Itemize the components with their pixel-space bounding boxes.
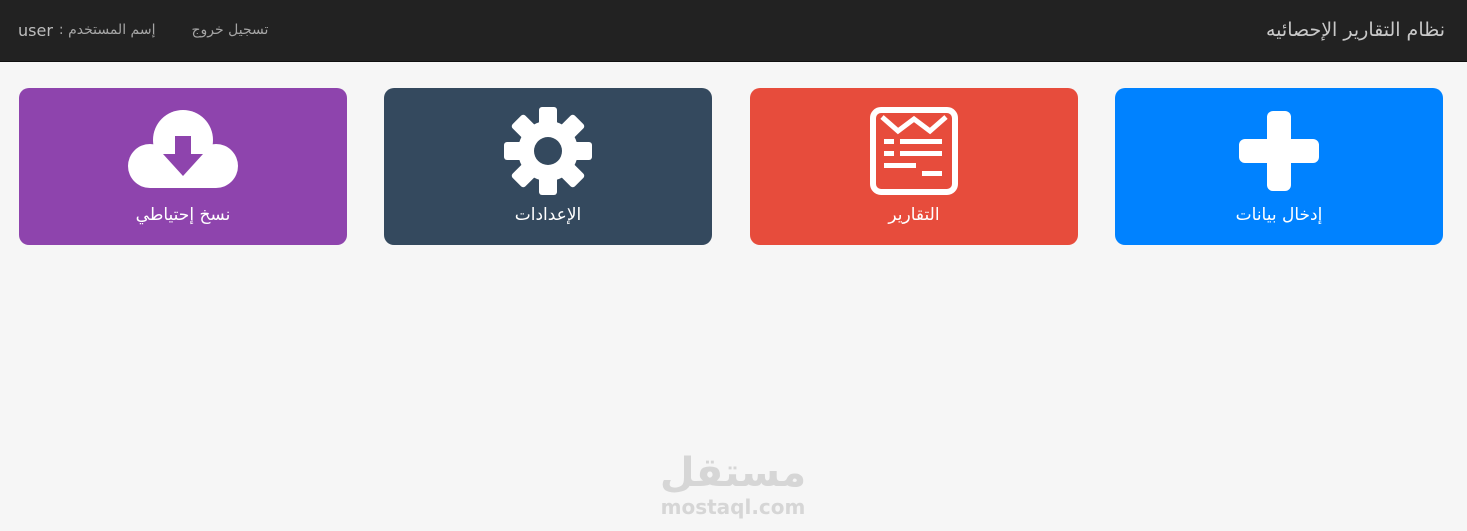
user-area: إسم المستخدم : user تسجيل خروج: [18, 20, 268, 40]
username-label: إسم المستخدم :: [58, 22, 156, 38]
mostaql-watermark: مستقل mostaql.com: [640, 450, 826, 524]
watermark-domain: mostaql.com: [660, 495, 806, 519]
cloud-download-icon: [128, 106, 238, 196]
username-value: user: [18, 20, 53, 40]
gear-icon: [493, 106, 603, 196]
watermark-arabic: مستقل: [659, 450, 807, 496]
top-navbar: نظام التقارير الإحصائيه إسم المستخدم : u…: [0, 0, 1467, 62]
logout-link[interactable]: تسجيل خروج: [191, 22, 268, 38]
backup-label: نسخ إحتياطي: [135, 205, 231, 225]
backup-tile[interactable]: نسخ إحتياطي: [19, 88, 347, 245]
current-user: إسم المستخدم : user: [18, 21, 155, 40]
data-entry-label: إدخال بيانات: [1235, 205, 1323, 225]
app-title[interactable]: نظام التقارير الإحصائيه: [1266, 17, 1445, 43]
settings-tile[interactable]: الإعدادات: [384, 88, 712, 245]
dashboard-tiles: إدخال بيانات التقارير الإعدادات نسخ إحتي…: [19, 88, 1444, 245]
settings-label: الإعدادات: [514, 205, 582, 225]
plus-icon: [1224, 106, 1334, 196]
reports-tile[interactable]: التقارير: [750, 88, 1078, 245]
reports-label: التقارير: [888, 205, 940, 225]
report-document-icon: [859, 106, 969, 196]
data-entry-tile[interactable]: إدخال بيانات: [1115, 88, 1443, 245]
